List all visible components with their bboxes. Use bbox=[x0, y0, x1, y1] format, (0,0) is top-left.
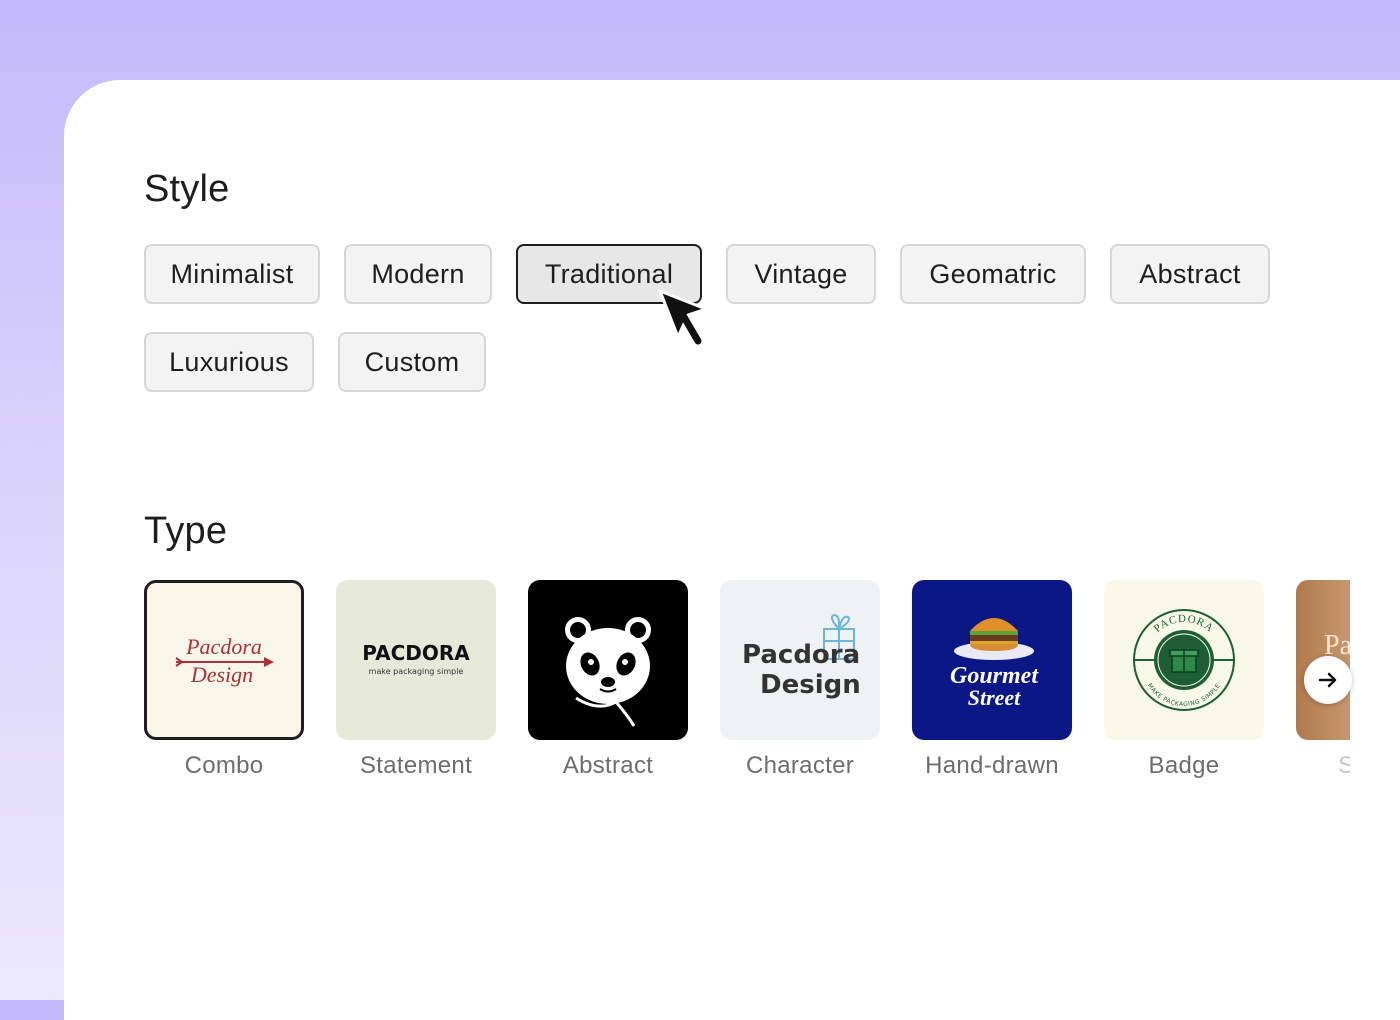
main-panel: Style Minimalist Modern Traditional Vint… bbox=[64, 80, 1400, 1020]
carousel-next-button[interactable] bbox=[1304, 656, 1352, 704]
character-logo-thumbnail: Pacdora Design bbox=[720, 580, 880, 740]
handdrawn-logo: Gourmet Street bbox=[950, 618, 1039, 710]
statement-logo-line2: make packaging simple bbox=[369, 667, 464, 676]
style-chip-abstract[interactable]: Abstract bbox=[1110, 244, 1270, 304]
style-chip-geomatric[interactable]: Geomatric bbox=[900, 244, 1086, 304]
type-label-abstract: Abstract bbox=[562, 752, 654, 779]
type-card-combo[interactable]: Pacdora Design Combo bbox=[144, 580, 304, 780]
type-label-combo: Combo bbox=[184, 752, 264, 779]
type-label-badge: Badge bbox=[1148, 752, 1220, 779]
style-chip-minimalist[interactable]: Minimalist bbox=[144, 244, 320, 304]
statement-logo-line1: PACDORA bbox=[362, 641, 470, 665]
type-card-hand-drawn[interactable]: Gourmet Street Hand-drawn bbox=[912, 580, 1072, 780]
type-label-partial: S bbox=[1338, 752, 1350, 779]
statement-logo: PACDORA make packaging simple bbox=[362, 641, 470, 676]
mouse-cursor-icon bbox=[658, 289, 708, 345]
style-chip-custom[interactable]: Custom bbox=[338, 332, 486, 392]
arrow-right-icon bbox=[1318, 672, 1337, 688]
combo-logo-thumbnail: Pacdora Design bbox=[144, 580, 304, 740]
type-label-statement: Statement bbox=[359, 752, 473, 779]
type-label-hand-drawn: Hand-drawn bbox=[925, 752, 1059, 779]
badge-logo-thumbnail: PACDORA MAKE PACKAGING SIMPLE bbox=[1104, 580, 1264, 740]
type-section-title: Type bbox=[144, 510, 228, 552]
panda-icon bbox=[563, 615, 653, 727]
type-card-character[interactable]: Pacdora Design Character bbox=[720, 580, 880, 780]
style-section-title: Style bbox=[144, 168, 230, 210]
statement-logo-thumbnail: PACDORA make packaging simple bbox=[336, 580, 496, 740]
combo-logo-line2: Design bbox=[190, 662, 253, 687]
combo-logo: Pacdora Design bbox=[175, 634, 274, 687]
handdrawn-logo-line2: Street bbox=[968, 685, 1021, 710]
type-card-statement[interactable]: PACDORA make packaging simple Statement bbox=[336, 580, 496, 780]
type-card-abstract[interactable]: Abstract bbox=[528, 580, 688, 780]
style-chip-vintage[interactable]: Vintage bbox=[726, 244, 876, 304]
badge-logo: PACDORA MAKE PACKAGING SIMPLE bbox=[1133, 609, 1235, 711]
abstract-logo-thumbnail bbox=[528, 580, 688, 740]
character-logo-line1: Pacdora bbox=[742, 640, 860, 670]
combo-logo-line1: Pacdora bbox=[185, 634, 262, 659]
type-label-character: Character bbox=[745, 752, 855, 779]
type-card-badge[interactable]: PACDORA MAKE PACKAGING SIMPLE Badge bbox=[1104, 580, 1264, 780]
character-logo-line2: Design bbox=[760, 670, 861, 700]
style-chip-modern[interactable]: Modern bbox=[344, 244, 492, 304]
character-logo: Pacdora Design bbox=[742, 613, 861, 700]
handdrawn-logo-thumbnail: Gourmet Street bbox=[912, 580, 1072, 740]
style-chip-luxurious[interactable]: Luxurious bbox=[144, 332, 314, 392]
